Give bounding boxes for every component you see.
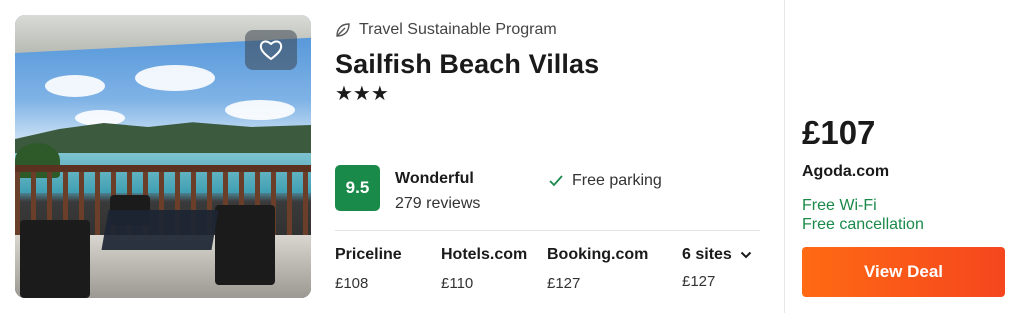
rating-word: Wonderful [395, 170, 474, 187]
star-rating: ★★★ [335, 84, 389, 104]
sustainable-program[interactable]: Travel Sustainable Program [335, 21, 557, 39]
more-sites-price: £127 [682, 273, 716, 290]
site-price: £108 [335, 275, 369, 292]
review-score-badge: 9.5 [335, 165, 380, 211]
divider [784, 0, 785, 313]
perk-free-wifi: Free Wi-Fi [802, 197, 877, 214]
best-price: £107 [802, 114, 876, 151]
site-priceline[interactable]: Priceline £108 [335, 246, 402, 292]
leaf-icon [336, 23, 350, 37]
amenity-free-parking: Free parking [548, 172, 662, 190]
site-name: Booking.com [547, 246, 649, 263]
more-sites-label: 6 sites [682, 246, 732, 263]
site-booking-com[interactable]: Booking.com £127 [547, 246, 648, 292]
hotel-details: Travel Sustainable Program Sailfish Beac… [335, 0, 765, 313]
perk-free-cancellation: Free cancellation [802, 216, 924, 233]
site-name: Hotels.com [441, 246, 528, 263]
hotel-name[interactable]: Sailfish Beach Villas [335, 49, 599, 80]
hotel-result-card: Travel Sustainable Program Sailfish Beac… [0, 0, 1024, 313]
best-deal: £107 Agoda.com Free Wi-Fi Free cancellat… [802, 0, 1012, 313]
site-name: Priceline [335, 246, 402, 263]
check-icon [549, 175, 563, 187]
review-count[interactable]: 279 reviews [395, 195, 480, 213]
favorite-button[interactable] [245, 30, 297, 70]
star-rating-value: ★★★ [335, 83, 389, 105]
divider [335, 230, 760, 231]
amenity-label: Free parking [572, 172, 662, 189]
view-deal-button[interactable]: View Deal [802, 247, 1005, 297]
program-label: Travel Sustainable Program [359, 21, 557, 38]
deal-provider: Agoda.com [802, 163, 890, 180]
site-hotels-com[interactable]: Hotels.com £110 [441, 246, 527, 292]
heart-icon [259, 40, 283, 60]
chevron-down-icon [740, 251, 752, 259]
site-price: £110 [441, 275, 474, 292]
site-price: £127 [547, 275, 581, 292]
price-comparison: Priceline £108 Hotels.com £110 Booking.c… [335, 246, 765, 306]
more-sites-dropdown[interactable]: 6 sites £127 [682, 246, 752, 290]
